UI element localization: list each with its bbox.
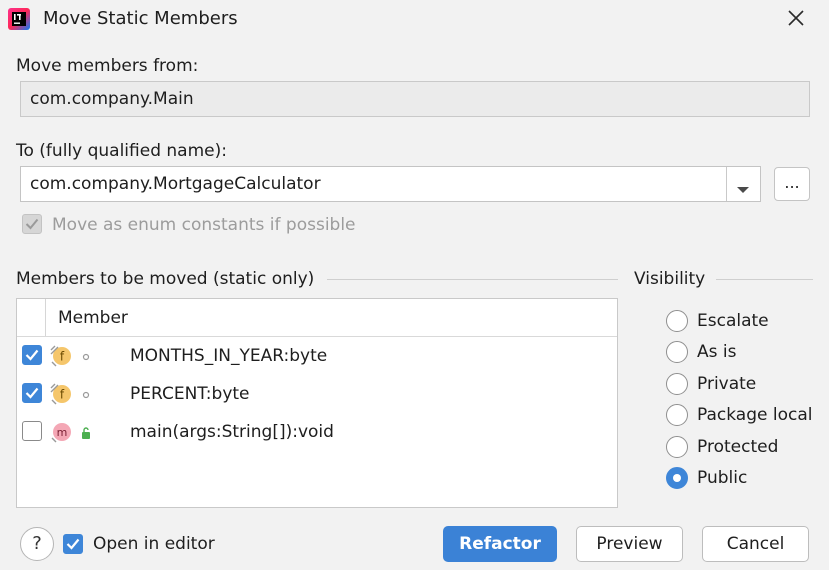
open-in-editor-checkbox[interactable] — [63, 534, 83, 554]
visibility-group-label: Visibility — [634, 269, 706, 289]
radio-label: Private — [697, 374, 757, 394]
member-column-header[interactable]: Member — [58, 308, 128, 328]
radio-private[interactable]: Private — [666, 372, 756, 396]
browse-label: ... — [784, 173, 800, 192]
from-field: com.company.Main — [20, 81, 810, 117]
dialog-title: Move Static Members — [43, 8, 238, 29]
help-button[interactable]: ? — [20, 527, 54, 561]
cancel-button[interactable]: Cancel — [702, 526, 809, 562]
radio-label: Escalate — [697, 311, 769, 331]
radio-label: Package local — [697, 405, 813, 425]
from-label: Move members from: — [16, 56, 199, 76]
browse-button[interactable]: ... — [774, 167, 810, 201]
enum-checkbox-label: Move as enum constants if possible — [52, 215, 356, 235]
radio-protected[interactable]: Protected — [666, 435, 778, 459]
public-lock-icon — [80, 425, 92, 439]
to-label: To (fully qualified name): — [16, 141, 227, 161]
refactor-button[interactable]: Refactor — [443, 526, 557, 562]
close-icon[interactable] — [786, 8, 806, 28]
radio-label: Public — [697, 468, 748, 488]
header-divider — [45, 299, 46, 336]
members-group-divider — [327, 279, 618, 280]
radio-label: Protected — [697, 437, 779, 457]
member-label: PERCENT:byte — [130, 384, 250, 404]
chevron-down-icon[interactable] — [735, 180, 751, 193]
from-value: com.company.Main — [30, 89, 194, 109]
table-row[interactable]: f PERCENT:byte — [17, 375, 617, 413]
radio-package-local[interactable]: Package local — [666, 403, 812, 427]
members-group-label: Members to be moved (static only) — [16, 269, 315, 289]
table-row[interactable]: m main(args:String[]):void — [17, 413, 617, 451]
static-method-icon: m — [49, 420, 73, 444]
package-private-icon — [80, 349, 92, 363]
member-label: main(args:String[]):void — [130, 422, 334, 442]
radio-button[interactable] — [666, 373, 688, 395]
member-checkbox[interactable] — [22, 345, 42, 365]
radio-button[interactable] — [666, 341, 688, 363]
radio-button[interactable] — [666, 310, 688, 332]
package-private-icon — [80, 387, 92, 401]
radio-button[interactable] — [666, 404, 688, 426]
radio-button[interactable] — [666, 436, 688, 458]
member-checkbox[interactable] — [22, 421, 42, 441]
static-field-icon: f — [49, 344, 73, 368]
member-checkbox[interactable] — [22, 383, 42, 403]
member-label: MONTHS_IN_YEAR:byte — [130, 346, 328, 366]
table-row[interactable]: f MONTHS_IN_YEAR:byte — [17, 337, 617, 375]
visibility-group-divider — [716, 279, 813, 280]
radio-escalate[interactable]: Escalate — [666, 309, 769, 333]
help-icon: ? — [32, 533, 42, 554]
to-combobox[interactable]: com.company.MortgageCalculator — [20, 166, 761, 202]
app-icon — [8, 8, 30, 30]
table-header: Member — [17, 299, 617, 337]
combo-divider — [726, 167, 727, 201]
members-table[interactable]: Member f MONTHS_IN_YEAR:byte f PERCENT:b… — [16, 298, 618, 508]
radio-button-selected[interactable] — [666, 467, 688, 489]
radio-label: As is — [697, 342, 737, 362]
to-value[interactable]: com.company.MortgageCalculator — [30, 174, 321, 194]
open-in-editor-label[interactable]: Open in editor — [93, 534, 215, 554]
preview-button[interactable]: Preview — [576, 526, 683, 562]
svg-text:m: m — [57, 426, 68, 439]
static-field-icon: f — [49, 382, 73, 406]
enum-checkbox[interactable] — [22, 214, 42, 234]
radio-public[interactable]: Public — [666, 466, 747, 490]
radio-as-is[interactable]: As is — [666, 340, 736, 364]
